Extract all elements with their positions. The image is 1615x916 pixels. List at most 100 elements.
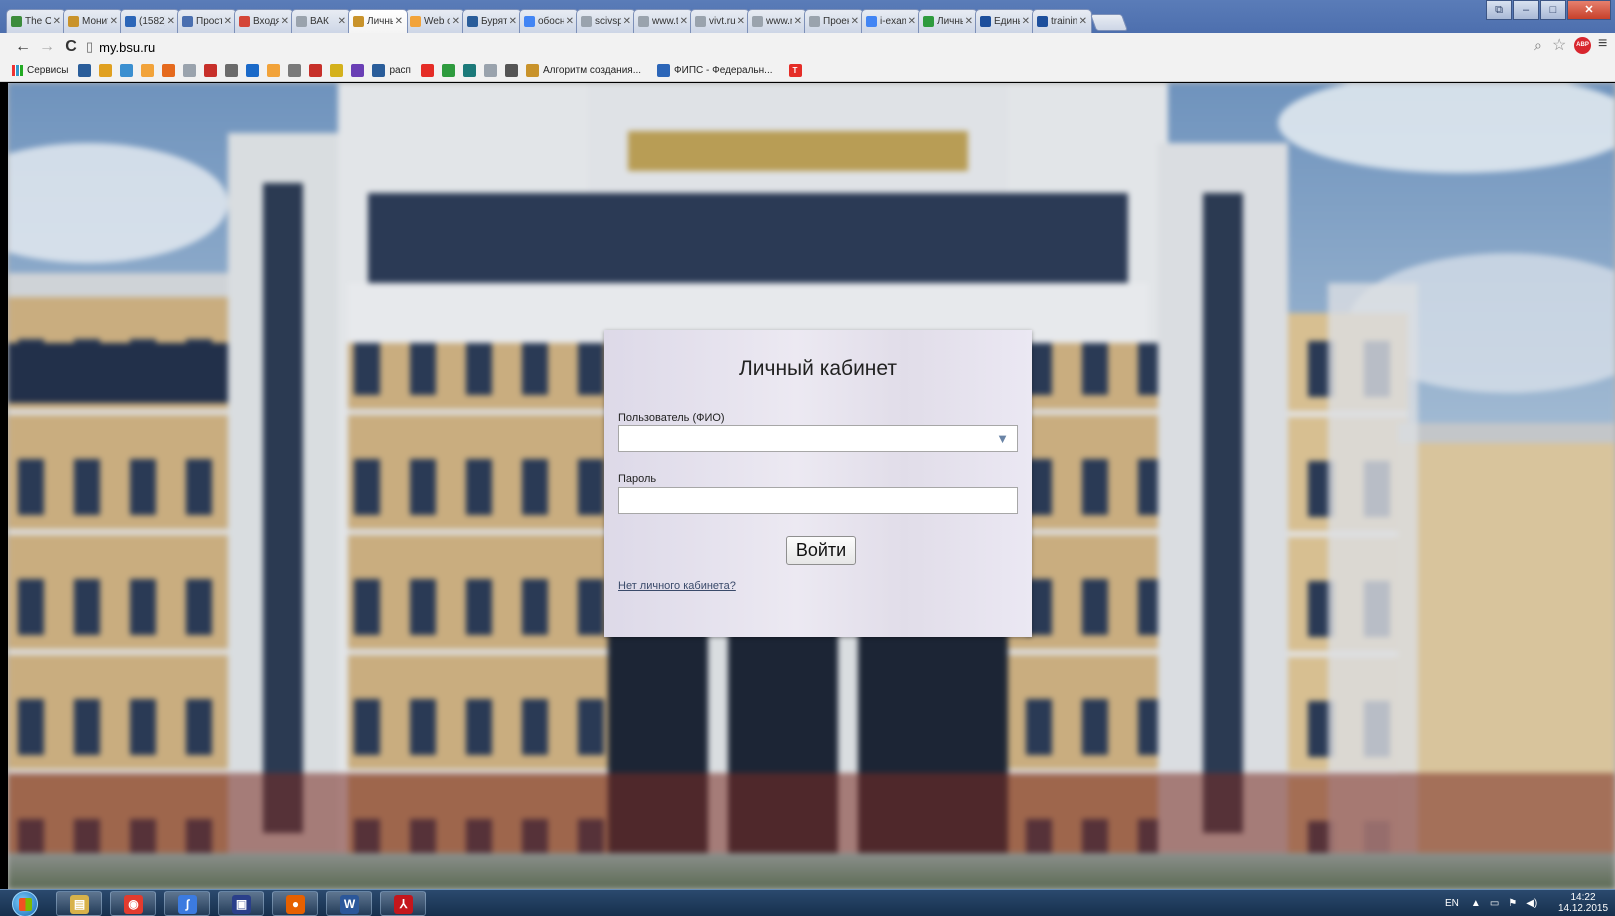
bsu-bookmark-icon[interactable]: [99, 64, 113, 77]
taskbar-app[interactable]: ●: [272, 891, 318, 916]
apps-grid-icon[interactable]: [12, 65, 23, 76]
eye-bookmark-icon[interactable]: [504, 64, 518, 77]
password-input[interactable]: [618, 487, 1018, 514]
red-bookmark-icon[interactable]: [204, 64, 218, 77]
buryat-bookmark-icon[interactable]: [78, 64, 92, 77]
tab-close-icon[interactable]: ✕: [566, 16, 574, 27]
browser-tab[interactable]: Web o✕: [405, 9, 465, 33]
browser-tab[interactable]: vivt.ru ✕: [690, 9, 750, 33]
reload-button[interactable]: C: [60, 36, 82, 58]
show-hidden-icons-icon[interactable]: ▲: [1471, 898, 1481, 909]
browser-tab[interactable]: Едины✕: [975, 9, 1035, 33]
no-account-link[interactable]: Нет личного кабинета?: [618, 580, 736, 592]
orange-bookmark-icon[interactable]: [141, 64, 155, 77]
tab-close-icon[interactable]: ✕: [965, 16, 973, 27]
browser-tab[interactable]: ВАК ✕: [291, 9, 351, 33]
browser-tab[interactable]: обосн ✕: [519, 9, 579, 33]
taskbar-app[interactable]: ⅄: [380, 891, 426, 916]
tab-close-icon[interactable]: ✕: [395, 16, 403, 27]
forward-button[interactable]: →: [36, 36, 58, 58]
tab-close-icon[interactable]: ✕: [53, 16, 61, 27]
browser-tab[interactable]: Бурят ✕: [462, 9, 522, 33]
bookmark-raspisanie[interactable]: расп: [372, 64, 415, 77]
tab-close-icon[interactable]: ✕: [908, 16, 916, 27]
browser-tab[interactable]: The O ✕: [6, 9, 66, 33]
browser-tab[interactable]: Личны✕: [918, 9, 978, 33]
explorer-icon: ▤: [70, 895, 89, 914]
browser-tab[interactable]: Входя ✕: [234, 9, 294, 33]
taskbar-app[interactable]: ◉: [110, 891, 156, 916]
new-tab-button[interactable]: [1089, 14, 1129, 31]
browser-tab[interactable]: www.t ✕: [633, 9, 693, 33]
browser-tab[interactable]: i-exam✕: [861, 9, 921, 33]
restore-profile-button[interactable]: ⧉: [1486, 0, 1512, 20]
orange-circle-bookmark-icon[interactable]: [267, 64, 281, 77]
zoom-icon[interactable]: ⌕: [1534, 37, 1542, 54]
tab-close-icon[interactable]: ✕: [737, 16, 745, 27]
buryat-tab-icon: [467, 16, 478, 27]
tab-close-icon[interactable]: ✕: [224, 16, 232, 27]
login-button[interactable]: Войти: [786, 536, 856, 565]
bookmark-algorithm[interactable]: Алгоритм создания...: [525, 64, 651, 77]
minimize-button[interactable]: –: [1513, 0, 1539, 20]
tab-title: Монит: [82, 16, 108, 27]
tab-close-icon[interactable]: ✕: [452, 16, 460, 27]
action-center-flag-icon[interactable]: ⚑: [1508, 898, 1517, 909]
browser-tab[interactable]: www.n✕: [747, 9, 807, 33]
taskbar-app[interactable]: W: [326, 891, 372, 916]
tab-close-icon[interactable]: ✕: [281, 16, 289, 27]
youtube-bookmark-icon[interactable]: [420, 64, 434, 77]
browser-menu-icon[interactable]: ≡: [1598, 35, 1607, 53]
red-square-bookmark-icon[interactable]: [309, 64, 323, 77]
bookmark-fips[interactable]: ФИПС - Федеральн...: [657, 64, 782, 77]
tab-close-icon[interactable]: ✕: [1022, 16, 1030, 27]
language-indicator[interactable]: EN: [1445, 898, 1459, 909]
tab-close-icon[interactable]: ✕: [623, 16, 631, 27]
page-bookmark-icon[interactable]: [483, 64, 497, 77]
bookmark-star-icon[interactable]: ☆: [1552, 35, 1566, 55]
page-bookmark-icon[interactable]: [183, 64, 197, 77]
tab-title: vivt.ru: [709, 16, 735, 27]
back-button[interactable]: ←: [12, 36, 34, 58]
tab-close-icon[interactable]: ✕: [851, 16, 859, 27]
browser-tab[interactable]: Личны✕: [348, 9, 408, 33]
tab-title: trainin: [1051, 16, 1077, 27]
teal-bookmark-icon[interactable]: [462, 64, 476, 77]
tab-close-icon[interactable]: ✕: [794, 16, 802, 27]
network-icon[interactable]: ▭: [1490, 898, 1499, 909]
delta-bookmark-icon[interactable]: [225, 64, 239, 77]
tab-close-icon[interactable]: ✕: [110, 16, 118, 27]
browser-tab[interactable]: Проек ✕: [804, 9, 864, 33]
orange-square-bookmark-icon[interactable]: [162, 64, 176, 77]
tab-close-icon[interactable]: ✕: [338, 16, 346, 27]
page-tab-icon: [752, 16, 763, 27]
blue-bookmark-icon[interactable]: [246, 64, 260, 77]
tab-close-icon[interactable]: ✕: [509, 16, 517, 27]
pen-bookmark-icon[interactable]: [330, 64, 344, 77]
start-button[interactable]: [12, 891, 38, 916]
tab-close-icon[interactable]: ✕: [680, 16, 688, 27]
browser-tab[interactable]: Прост ✕: [177, 9, 237, 33]
address-bar[interactable]: ▯ my.bsu.ru: [86, 36, 1534, 58]
browser-tab[interactable]: (1582)✕: [120, 9, 180, 33]
browser-tab[interactable]: Монит✕: [63, 9, 123, 33]
tab-close-icon[interactable]: ✕: [167, 16, 175, 27]
clock[interactable]: 14:22 14.12.2015: [1553, 892, 1613, 914]
browser-tab[interactable]: trainin ✕: [1032, 9, 1092, 33]
taskbar-app[interactable]: ∫: [164, 891, 210, 916]
taskbar-app[interactable]: ▤: [56, 891, 102, 916]
bookmark-apps[interactable]: Сервисы: [27, 65, 68, 76]
blue-square-bookmark-icon[interactable]: [120, 64, 134, 77]
browser-tab[interactable]: scivsp ✕: [576, 9, 636, 33]
purple-bookmark-icon[interactable]: [351, 64, 365, 77]
adblock-plus-icon[interactable]: ABP: [1574, 37, 1591, 54]
t-bookmark-icon[interactable]: T: [788, 64, 802, 77]
volume-icon[interactable]: ◀): [1526, 898, 1537, 909]
gray-circle-bookmark-icon[interactable]: [288, 64, 302, 77]
green-bookmark-icon[interactable]: [441, 64, 455, 77]
close-window-button[interactable]: ✕: [1567, 0, 1611, 20]
maximize-button[interactable]: □: [1540, 0, 1566, 20]
tab-close-icon[interactable]: ✕: [1079, 16, 1087, 27]
user-select[interactable]: ▼: [618, 425, 1018, 452]
taskbar-app[interactable]: ▣: [218, 891, 264, 916]
